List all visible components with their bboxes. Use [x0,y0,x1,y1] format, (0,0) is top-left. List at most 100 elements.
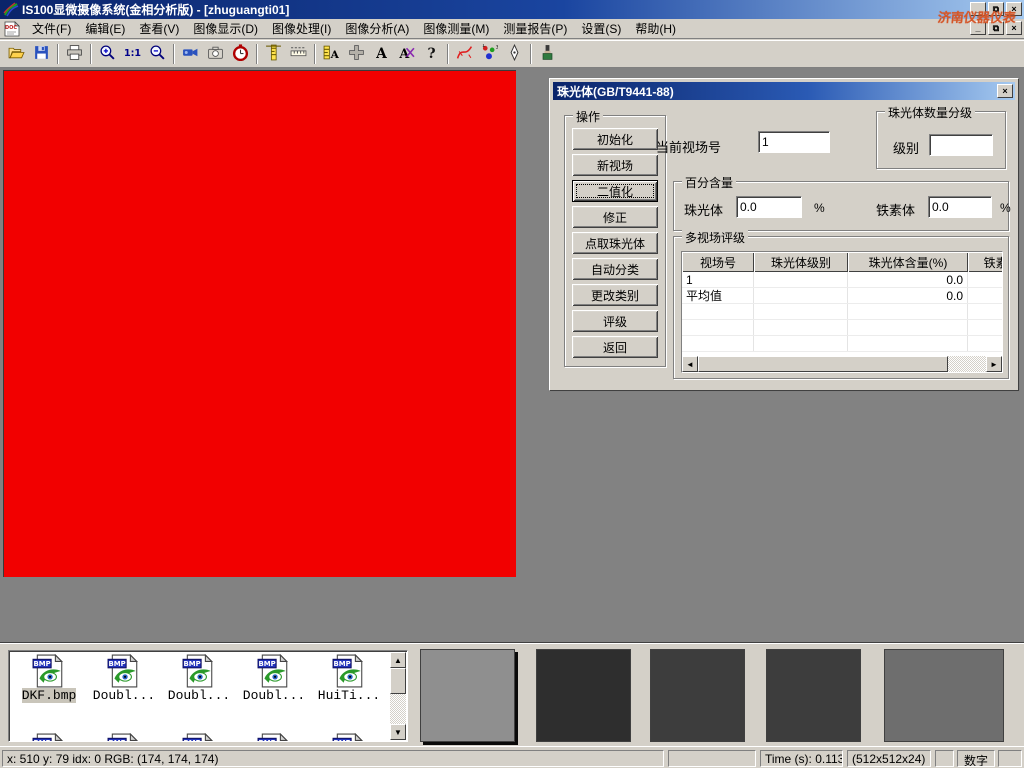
menu-item-image-process[interactable]: 图像处理(I) [265,18,338,39]
print-button[interactable] [62,42,87,66]
menu-item-file[interactable]: 文件(F) [25,18,78,39]
dialog-title-bar[interactable]: 珠光体(GB/T9441-88) × [553,82,1015,100]
move-button[interactable] [344,42,369,66]
image-thumbnail[interactable] [420,649,515,742]
ruler-button[interactable] [286,42,311,66]
ferrite-value-input[interactable] [928,196,992,218]
table-horizontal-scrollbar[interactable]: ◄ ► [682,356,1002,372]
timer-button[interactable] [228,42,253,66]
pearlite-label: 珠光体 [684,200,723,219]
image-thumbnail[interactable] [650,649,745,742]
file-item[interactable]: BMP [313,733,385,742]
scroll-left-button[interactable]: ◄ [682,356,698,372]
scroll-up-button[interactable]: ▲ [390,652,406,668]
table-header-col-3[interactable]: 铁素体含量(%) [968,252,1003,272]
scroll-down-button[interactable]: ▼ [390,724,406,740]
auto-classify-button[interactable]: 自动分类 [572,258,658,280]
table-row[interactable]: 10.0 [682,272,1002,288]
scrollbar-thumb[interactable] [390,668,406,694]
mode-panel: 数字 [957,750,995,767]
brush-button[interactable] [535,42,560,66]
move-icon [348,44,365,64]
file-item[interactable]: BMPDoubl... [238,654,310,703]
curve-measure-button[interactable] [452,42,477,66]
actual-size-button[interactable]: 1:1 [120,42,145,66]
level-input[interactable] [929,134,993,156]
table-row[interactable] [682,304,1002,320]
file-name: Doubl... [243,688,305,703]
menu-item-edit[interactable]: 编辑(E) [78,18,132,39]
dialog-close-button[interactable]: × [997,84,1013,98]
pick-pearlite-button[interactable]: 点取珠光体 [572,232,658,254]
multi-field-grading-group: 多视场评级 视场号珠光体级别珠光体含量(%)铁素体含量(%) 10.0平均值0.… [673,236,1009,379]
svg-text:BMP: BMP [334,739,351,742]
percent-group-label: 百分含量 [682,174,736,191]
text-delete-button[interactable]: A [394,42,419,66]
table-header-col-2[interactable]: 珠光体含量(%) [848,252,968,272]
save-button[interactable] [29,42,54,66]
image-thumbnail[interactable] [536,649,631,742]
table-row[interactable] [682,336,1002,352]
zoom-in-button[interactable] [95,42,120,66]
menu-item-image-measure[interactable]: 图像测量(M) [416,18,496,39]
menu-item-help[interactable]: 帮助(H) [628,18,683,39]
text-delete-icon: A [398,44,415,64]
file-item[interactable]: BMPDoubl... [88,654,160,703]
current-field-input[interactable] [758,131,830,153]
table-cell [754,320,848,335]
image-thumbnail[interactable] [766,649,861,742]
initialize-button[interactable]: 初始化 [572,128,658,150]
correct-button[interactable]: 修正 [572,206,658,228]
caliper-button[interactable] [261,42,286,66]
video-camera-button[interactable] [178,42,203,66]
vendor-watermark: 济南仪器仪表 [937,7,1017,26]
zoom-out-button[interactable] [145,42,170,66]
table-cell [682,336,754,351]
file-item[interactable]: BMP [13,733,85,742]
scrollbar-thumb[interactable] [698,356,948,372]
table-cell: 0.0 [848,288,968,303]
file-item[interactable]: BMPHuiTi... [313,654,385,703]
table-header-col-0[interactable]: 视场号 [682,252,754,272]
image-thumbnail[interactable] [884,649,1004,742]
file-list[interactable]: BMPBMPBMPBMPBMPBMPHuiTi...BMPDoubl...BMP… [8,650,408,742]
table-cell [754,288,848,303]
micrograph-image[interactable] [3,70,516,577]
menu-item-settings[interactable]: 设置(S) [574,18,628,39]
text-button[interactable]: A [369,42,394,66]
table-cell [848,320,968,335]
camera-button[interactable] [203,42,228,66]
open-button[interactable] [4,42,29,66]
file-name: Doubl... [168,688,230,703]
scroll-right-button[interactable]: ► [986,356,1002,372]
file-item[interactable]: BMP [238,733,310,742]
table-cell [682,304,754,319]
menu-item-image-display[interactable]: 图像显示(D) [186,18,265,39]
file-list-scrollbar[interactable]: ▲ ▼ [390,652,406,740]
help-button[interactable]: ? [419,42,444,66]
operation-group-label: 操作 [573,108,603,125]
pen-button[interactable] [502,42,527,66]
menu-item-view[interactable]: 查看(V) [132,18,186,39]
multi-field-group-label: 多视场评级 [682,229,748,246]
count-points-button[interactable]: 31 [477,42,502,66]
file-item[interactable]: BMP [88,733,160,742]
pearlite-unit: % [814,201,825,215]
new-field-button[interactable]: 新视场 [572,154,658,176]
menu-item-measure-report[interactable]: 测量报告(P) [496,18,574,39]
pearlite-value-input[interactable] [736,196,802,218]
table-row[interactable] [682,320,1002,336]
grade-button[interactable]: 评级 [572,310,658,332]
change-class-button[interactable]: 更改类别 [572,284,658,306]
menu-item-image-analysis[interactable]: 图像分析(A) [338,18,416,39]
scrollbar-track[interactable] [948,356,986,372]
table-header-col-1[interactable]: 珠光体级别 [754,252,848,272]
file-item[interactable]: BMPDKF.bmp [13,654,85,703]
return-button[interactable]: 返回 [572,336,658,358]
table-row[interactable]: 平均值0.0 [682,288,1002,304]
file-item[interactable]: BMPDoubl... [163,654,235,703]
ruler-text-button[interactable]: A [319,42,344,66]
binarize-button[interactable]: 二值化 [572,180,658,202]
file-item[interactable]: BMP [163,733,235,742]
table-cell [754,336,848,351]
